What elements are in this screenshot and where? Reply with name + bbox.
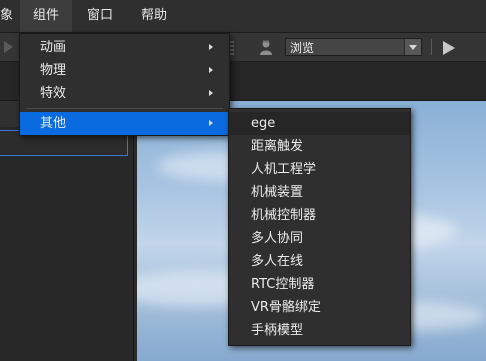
view-mode-select[interactable]: 浏览: [285, 38, 422, 56]
submenu-item-ergonomics[interactable]: 人机工程学: [229, 158, 410, 181]
submenu-item-mechanism[interactable]: 机械装置: [229, 181, 410, 204]
menu-window-label: 窗口: [87, 8, 114, 23]
menu-item-label: 动画: [40, 40, 67, 55]
menu-divider: [26, 108, 223, 109]
submenu-item-multi-collab[interactable]: 多人协同: [229, 227, 410, 250]
play-button[interactable]: [443, 41, 455, 55]
play-icon[interactable]: [4, 41, 13, 53]
submenu-item-vr-bone-binding[interactable]: VR骨骼绑定: [229, 296, 410, 319]
menu-bar: 象 组件 窗口 帮助: [0, 0, 486, 33]
chevron-right-icon: [209, 120, 213, 126]
left-panel: [0, 101, 134, 361]
menu-item-effects[interactable]: 特效: [20, 82, 229, 105]
menu-item-label: ege: [251, 116, 276, 131]
chevron-right-icon: [209, 90, 213, 96]
toolbar-grip[interactable]: [230, 41, 234, 55]
menu-object[interactable]: 象: [0, 0, 22, 32]
menu-item-label: 物理: [40, 63, 67, 78]
menu-item-other[interactable]: 其他: [20, 112, 229, 135]
menu-item-label: 距离触发: [251, 139, 304, 154]
menu-object-label: 象: [0, 8, 14, 23]
component-menu: 动画 物理 特效 其他: [19, 33, 230, 136]
chevron-down-icon[interactable]: [404, 39, 421, 55]
menu-item-label: 机械控制器: [251, 208, 317, 223]
submenu-item-controller-model[interactable]: 手柄模型: [229, 319, 410, 342]
menu-help-label: 帮助: [141, 8, 168, 23]
menu-item-physics[interactable]: 物理: [20, 59, 229, 82]
menu-item-label: 多人协同: [251, 231, 304, 246]
menu-item-label: VR骨骼绑定: [251, 300, 321, 315]
menu-item-label: 多人在线: [251, 254, 304, 269]
menu-item-label: 特效: [40, 86, 67, 101]
chevron-right-icon: [209, 44, 213, 50]
toolbar-separator: [431, 39, 432, 55]
menu-item-label: 手柄模型: [251, 323, 304, 338]
view-mode-value: 浏览: [290, 41, 315, 55]
submenu-item-multi-online[interactable]: 多人在线: [229, 250, 410, 273]
menu-component[interactable]: 组件: [20, 0, 72, 32]
menu-item-label: 机械装置: [251, 185, 304, 200]
menu-item-label: RTC控制器: [251, 277, 315, 292]
menu-item-label: 其他: [40, 116, 67, 131]
chevron-right-icon: [209, 67, 213, 73]
menu-component-label: 组件: [33, 8, 60, 23]
menu-item-animation[interactable]: 动画: [20, 36, 229, 59]
submenu-item-ege[interactable]: ege: [229, 112, 410, 135]
submenu-item-distance-trigger[interactable]: 距离触发: [229, 135, 410, 158]
other-submenu: ege 距离触发 人机工程学 机械装置 机械控制器 多人协同 多人在线 RTC控…: [228, 108, 411, 346]
menu-item-label: 人机工程学: [251, 162, 317, 177]
submenu-item-rtc-controller[interactable]: RTC控制器: [229, 273, 410, 296]
menu-help[interactable]: 帮助: [128, 0, 180, 32]
submenu-item-mechanism-controller[interactable]: 机械控制器: [229, 204, 410, 227]
menu-window[interactable]: 窗口: [74, 0, 126, 32]
user-icon: [260, 40, 272, 55]
